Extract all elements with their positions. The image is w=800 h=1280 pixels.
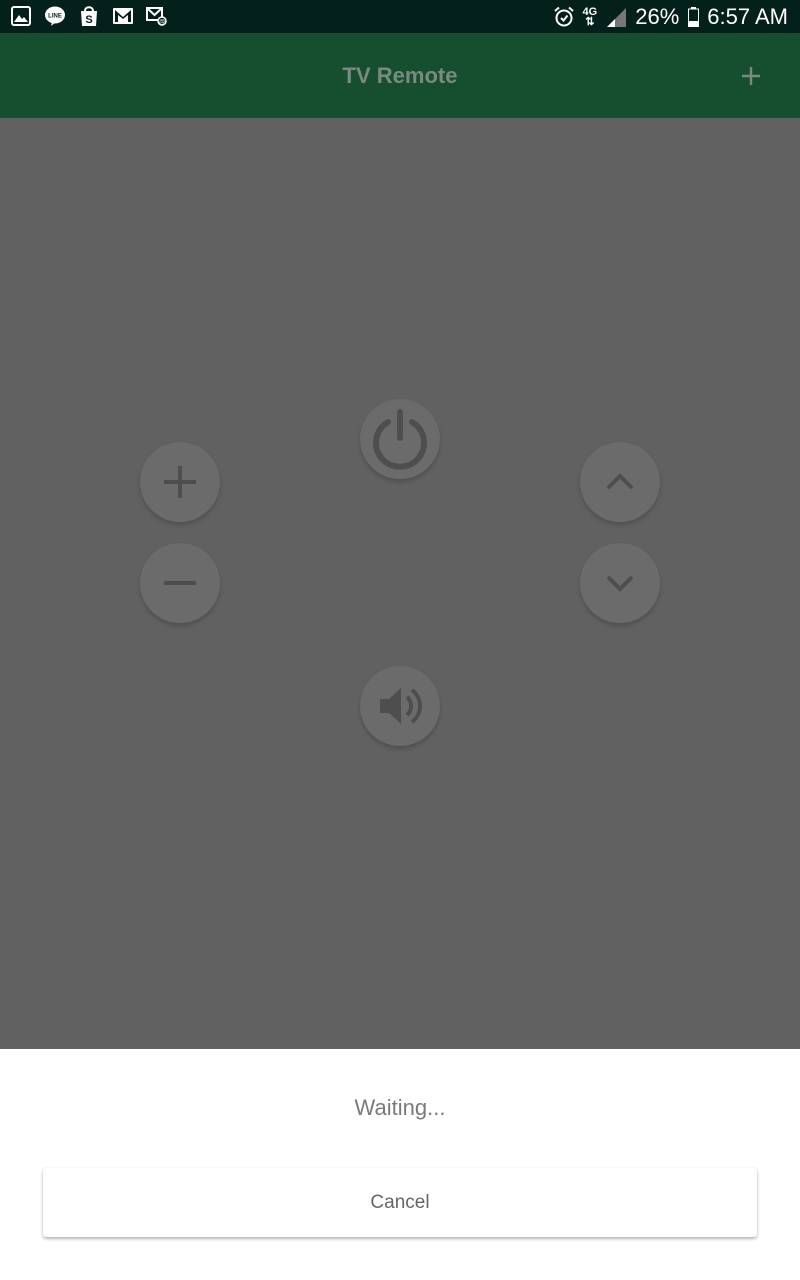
volume-up-button[interactable]	[140, 442, 220, 522]
notification-icons: LINE S @	[10, 5, 168, 27]
cancel-button[interactable]: Cancel	[43, 1168, 757, 1237]
speaker-icon	[380, 688, 422, 724]
signal-icon	[605, 6, 627, 28]
battery-percent: 26%	[635, 3, 680, 29]
alarm-icon	[553, 6, 575, 28]
status-bar: LINE S @ 4G ⇅ 26% 6:57 AM	[0, 0, 800, 33]
clock: 6:57 AM	[707, 3, 788, 29]
gallery-icon	[10, 5, 32, 27]
email-icon: @	[146, 5, 168, 27]
chevron-down-icon	[606, 575, 634, 592]
gmail-icon	[112, 5, 134, 27]
chevron-up-icon	[606, 473, 634, 490]
plus-icon	[164, 466, 196, 498]
plus-icon	[742, 67, 760, 85]
remote-panel	[0, 118, 800, 1049]
app-bar: TV Remote	[0, 33, 800, 118]
channel-down-button[interactable]	[580, 543, 660, 623]
line-icon: LINE	[44, 5, 66, 27]
channel-up-button[interactable]	[580, 442, 660, 522]
svg-text:@: @	[159, 20, 165, 26]
svg-text:LINE: LINE	[48, 14, 62, 20]
dialog-message: Waiting...	[354, 1095, 446, 1120]
add-device-button[interactable]	[736, 61, 766, 91]
svg-text:S: S	[85, 14, 92, 26]
minus-icon	[164, 581, 196, 585]
battery-icon	[687, 6, 699, 28]
mute-button[interactable]	[360, 666, 440, 746]
status-right: 4G ⇅ 26% 6:57 AM	[553, 0, 788, 33]
power-icon	[373, 409, 427, 470]
waiting-dialog: Waiting... Cancel	[0, 1049, 800, 1280]
power-button[interactable]	[360, 399, 440, 479]
network-type: 4G ⇅	[582, 5, 598, 28]
shopee-icon: S	[78, 5, 100, 27]
app-title: TV Remote	[342, 63, 458, 88]
volume-down-button[interactable]	[140, 543, 220, 623]
